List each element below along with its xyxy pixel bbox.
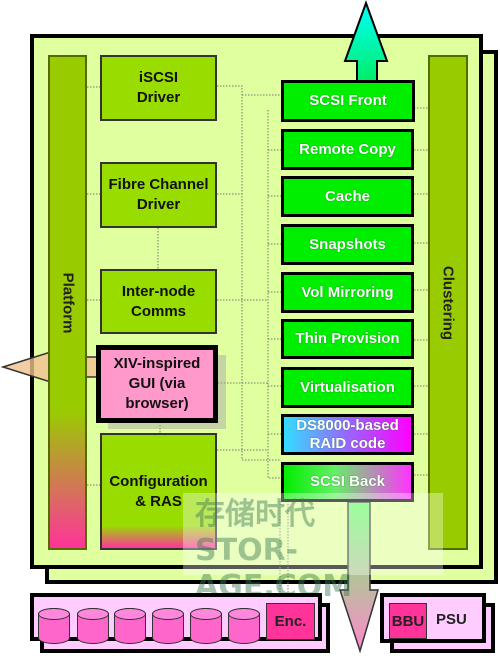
disk-icon xyxy=(76,607,109,644)
fibre-channel-driver-box: Fibre Channel Driver xyxy=(100,162,217,228)
bbu-box: BBU xyxy=(389,603,427,639)
xiv-gui-box: XIV-inspired GUI (via browser) xyxy=(96,345,218,423)
platform-label: Platform xyxy=(59,272,76,333)
up-arrow-icon xyxy=(343,0,389,82)
scsi-front-module: SCSI Front xyxy=(281,80,415,122)
psu-label: PSU xyxy=(436,611,467,628)
disk-icon xyxy=(227,607,260,644)
clustering-label: Clustering xyxy=(439,265,457,340)
snapshots-module: Snapshots xyxy=(281,224,414,265)
inter-node-comms-box: Inter-node Comms xyxy=(100,269,217,334)
enclosure-controller: Enc. xyxy=(266,603,315,640)
disk-icon xyxy=(189,607,222,644)
disk-icon xyxy=(37,607,70,644)
clustering-bar: Clustering xyxy=(428,55,468,550)
cache-module: Cache xyxy=(281,176,414,217)
disk-icon xyxy=(151,607,184,644)
disk-icon xyxy=(113,607,146,644)
remote-copy-module: Remote Copy xyxy=(281,129,414,170)
iscsi-driver-box: iSCSI Driver xyxy=(100,55,217,121)
ds8000-raid-module: DS8000-based RAID code xyxy=(281,414,414,455)
virtualisation-module: Virtualisation xyxy=(281,367,414,408)
vol-mirroring-module: Vol Mirroring xyxy=(281,272,414,313)
thin-provision-module: Thin Provision xyxy=(281,319,414,359)
platform-bar: Platform xyxy=(48,55,87,550)
watermark-logo: 存储时代 STOR-AGE.COM xyxy=(183,493,443,604)
